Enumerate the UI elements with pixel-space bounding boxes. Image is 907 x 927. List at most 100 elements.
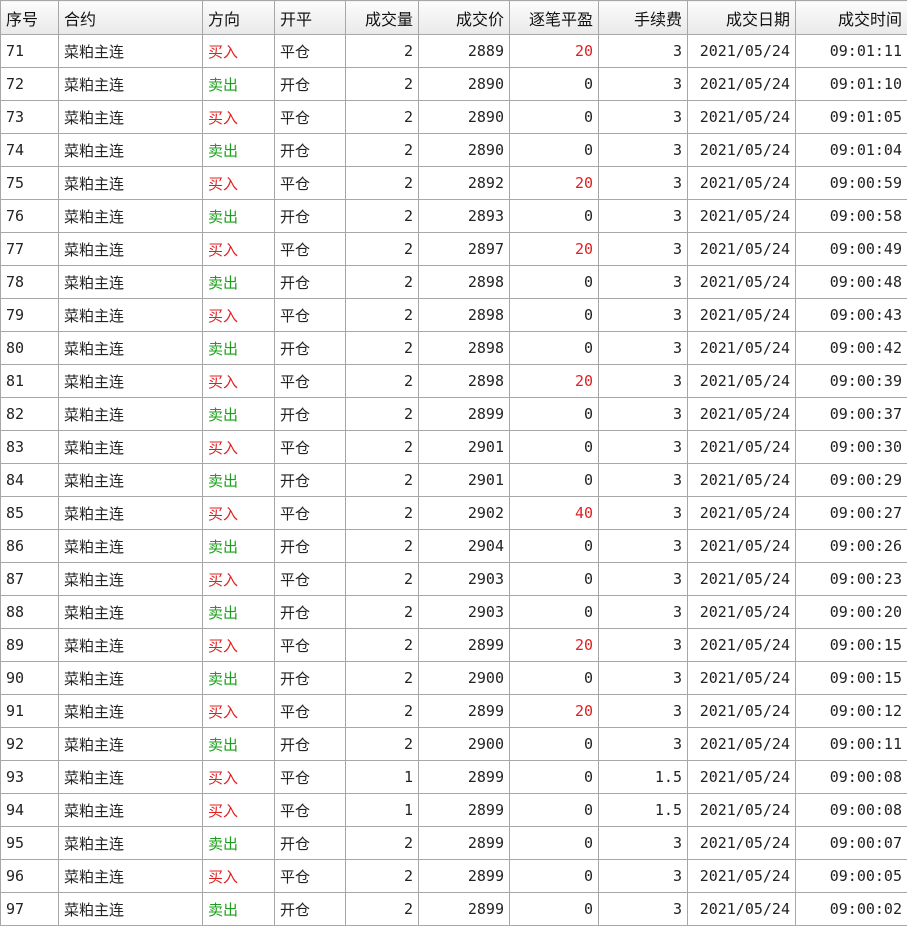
trade-time-cell: 09:00:11 [795, 727, 907, 761]
table-row[interactable]: 76 菜粕主连 卖出 开仓 2 2893 0 3 2021/05/24 09:00:58 [0, 199, 907, 233]
volume-cell: 2 [345, 694, 419, 728]
trade-date-cell: 2021/05/24 [687, 265, 796, 299]
contract-cell: 菜粕主连 [58, 760, 203, 794]
column-header-offset[interactable]: 开平 [274, 0, 346, 35]
table-row[interactable]: 87 菜粕主连 买入 平仓 2 2903 0 3 2021/05/24 09:00:23 [0, 562, 907, 596]
table-row[interactable]: 93 菜粕主连 买入 平仓 1 2899 0 1.5 2021/05/24 09:00:08 [0, 760, 907, 794]
pnl-cell: 0 [509, 793, 599, 827]
table-row[interactable]: 95 菜粕主连 卖出 开仓 2 2899 0 3 2021/05/24 09:00:07 [0, 826, 907, 860]
table-row[interactable]: 94 菜粕主连 买入 平仓 1 2899 0 1.5 2021/05/24 09:00:08 [0, 793, 907, 827]
fee-cell: 3 [598, 397, 688, 431]
fee-cell: 3 [598, 562, 688, 596]
pnl-cell: 0 [509, 727, 599, 761]
table-row[interactable]: 82 菜粕主连 卖出 开仓 2 2899 0 3 2021/05/24 09:00:37 [0, 397, 907, 431]
direction-cell: 买入 [202, 232, 275, 266]
contract-cell: 菜粕主连 [58, 628, 203, 662]
table-row[interactable]: 83 菜粕主连 买入 平仓 2 2901 0 3 2021/05/24 09:00:30 [0, 430, 907, 464]
price-cell: 2899 [418, 859, 510, 893]
seq-cell: 78 [0, 265, 59, 299]
trade-time-cell: 09:00:37 [795, 397, 907, 431]
volume-cell: 2 [345, 199, 419, 233]
price-cell: 2899 [418, 694, 510, 728]
column-header-pnl[interactable]: 逐笔平盈 [509, 0, 599, 35]
pnl-cell: 40 [509, 496, 599, 530]
table-row[interactable]: 91 菜粕主连 买入 平仓 2 2899 20 3 2021/05/24 09:00:12 [0, 694, 907, 728]
contract-cell: 菜粕主连 [58, 595, 203, 629]
table-row[interactable]: 73 菜粕主连 买入 平仓 2 2890 0 3 2021/05/24 09:01:05 [0, 100, 907, 134]
volume-cell: 2 [345, 892, 419, 926]
seq-cell: 73 [0, 100, 59, 134]
price-cell: 2898 [418, 364, 510, 398]
table-row[interactable]: 78 菜粕主连 卖出 开仓 2 2898 0 3 2021/05/24 09:00:48 [0, 265, 907, 299]
price-cell: 2898 [418, 298, 510, 332]
trade-date-cell: 2021/05/24 [687, 694, 796, 728]
table-row[interactable]: 84 菜粕主连 卖出 开仓 2 2901 0 3 2021/05/24 09:00:29 [0, 463, 907, 497]
trade-date-cell: 2021/05/24 [687, 100, 796, 134]
column-header-fee[interactable]: 手续费 [598, 0, 688, 35]
pnl-cell: 20 [509, 166, 599, 200]
table-row[interactable]: 72 菜粕主连 卖出 开仓 2 2890 0 3 2021/05/24 09:01:10 [0, 67, 907, 101]
table-row[interactable]: 75 菜粕主连 买入 平仓 2 2892 20 3 2021/05/24 09:00:59 [0, 166, 907, 200]
seq-cell: 80 [0, 331, 59, 365]
table-row[interactable]: 97 菜粕主连 卖出 开仓 2 2899 0 3 2021/05/24 09:00:02 [0, 892, 907, 926]
trade-date-cell: 2021/05/24 [687, 34, 796, 68]
table-row[interactable]: 71 菜粕主连 买入 平仓 2 2889 20 3 2021/05/24 09:01:11 [0, 34, 907, 68]
table-row[interactable]: 77 菜粕主连 买入 平仓 2 2897 20 3 2021/05/24 09:00:49 [0, 232, 907, 266]
direction-cell: 买入 [202, 34, 275, 68]
contract-cell: 菜粕主连 [58, 430, 203, 464]
contract-cell: 菜粕主连 [58, 232, 203, 266]
price-cell: 2899 [418, 760, 510, 794]
price-cell: 2903 [418, 595, 510, 629]
table-row[interactable]: 80 菜粕主连 卖出 开仓 2 2898 0 3 2021/05/24 09:00:42 [0, 331, 907, 365]
trade-time-cell: 09:01:10 [795, 67, 907, 101]
table-row[interactable]: 88 菜粕主连 卖出 开仓 2 2903 0 3 2021/05/24 09:00:20 [0, 595, 907, 629]
direction-cell: 卖出 [202, 529, 275, 563]
fee-cell: 3 [598, 859, 688, 893]
table-row[interactable]: 79 菜粕主连 买入 平仓 2 2898 0 3 2021/05/24 09:00:43 [0, 298, 907, 332]
offset-cell: 开仓 [274, 595, 346, 629]
seq-cell: 83 [0, 430, 59, 464]
column-header-trade-time[interactable]: 成交时间 [795, 0, 907, 35]
seq-cell: 71 [0, 34, 59, 68]
offset-cell: 平仓 [274, 166, 346, 200]
pnl-cell: 0 [509, 529, 599, 563]
table-row[interactable]: 92 菜粕主连 卖出 开仓 2 2900 0 3 2021/05/24 09:00:11 [0, 727, 907, 761]
direction-cell: 卖出 [202, 265, 275, 299]
offset-cell: 平仓 [274, 562, 346, 596]
column-header-direction[interactable]: 方向 [202, 0, 275, 35]
pnl-cell: 20 [509, 628, 599, 662]
column-header-price[interactable]: 成交价 [418, 0, 510, 35]
pnl-cell: 0 [509, 826, 599, 860]
volume-cell: 2 [345, 562, 419, 596]
seq-cell: 74 [0, 133, 59, 167]
pnl-cell: 0 [509, 199, 599, 233]
trade-date-cell: 2021/05/24 [687, 430, 796, 464]
price-cell: 2899 [418, 826, 510, 860]
table-row[interactable]: 81 菜粕主连 买入 平仓 2 2898 20 3 2021/05/24 09:00:39 [0, 364, 907, 398]
column-header-trade-date[interactable]: 成交日期 [687, 0, 796, 35]
column-header-contract[interactable]: 合约 [58, 0, 203, 35]
price-cell: 2901 [418, 430, 510, 464]
column-header-seq[interactable]: 序号 [0, 0, 59, 35]
trade-date-cell: 2021/05/24 [687, 67, 796, 101]
seq-cell: 92 [0, 727, 59, 761]
seq-cell: 94 [0, 793, 59, 827]
volume-cell: 2 [345, 100, 419, 134]
volume-cell: 2 [345, 628, 419, 662]
fee-cell: 3 [598, 100, 688, 134]
table-row[interactable]: 89 菜粕主连 买入 平仓 2 2899 20 3 2021/05/24 09:00:15 [0, 628, 907, 662]
volume-cell: 2 [345, 595, 419, 629]
trade-time-cell: 09:00:48 [795, 265, 907, 299]
volume-cell: 2 [345, 133, 419, 167]
table-row[interactable]: 74 菜粕主连 卖出 开仓 2 2890 0 3 2021/05/24 09:01:04 [0, 133, 907, 167]
seq-cell: 91 [0, 694, 59, 728]
table-row[interactable]: 85 菜粕主连 买入 平仓 2 2902 40 3 2021/05/24 09:00:27 [0, 496, 907, 530]
column-header-volume[interactable]: 成交量 [345, 0, 419, 35]
price-cell: 2890 [418, 100, 510, 134]
fee-cell: 3 [598, 67, 688, 101]
table-row[interactable]: 96 菜粕主连 买入 平仓 2 2899 0 3 2021/05/24 09:00:05 [0, 859, 907, 893]
table-row[interactable]: 90 菜粕主连 卖出 开仓 2 2900 0 3 2021/05/24 09:00:15 [0, 661, 907, 695]
contract-cell: 菜粕主连 [58, 265, 203, 299]
table-row[interactable]: 86 菜粕主连 卖出 开仓 2 2904 0 3 2021/05/24 09:00:26 [0, 529, 907, 563]
price-cell: 2890 [418, 67, 510, 101]
